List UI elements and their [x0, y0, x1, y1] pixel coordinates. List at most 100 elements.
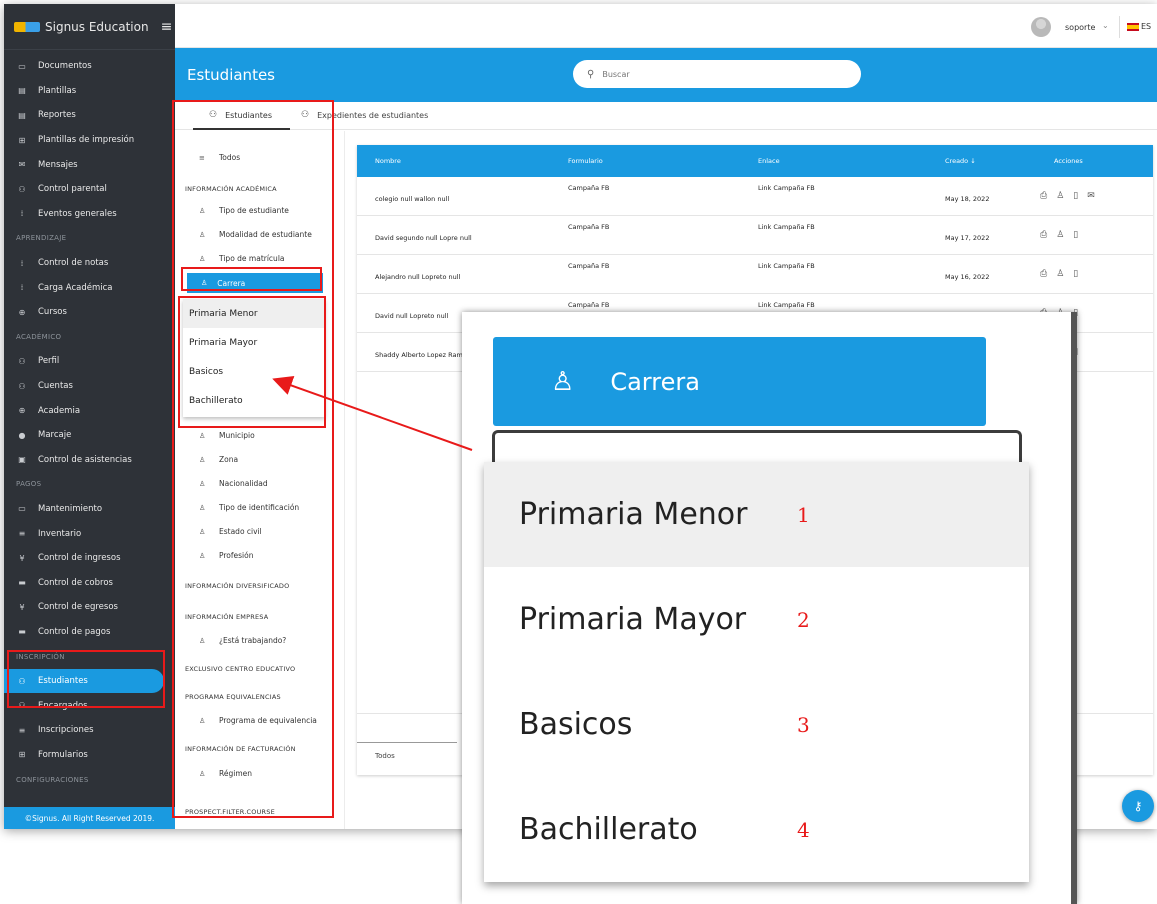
sidebar-item[interactable]: ▣ Control de asistencias: [4, 448, 175, 473]
sidebar-item[interactable]: ⊞ Formularios: [4, 743, 175, 768]
message-icon: ✉: [18, 160, 26, 170]
sidebar-item-label: Plantillas de impresión: [38, 135, 135, 146]
sidebar-item[interactable]: ⊕ Cursos: [4, 300, 175, 325]
sidebar-item[interactable]: ⁞ Control de notas: [4, 251, 175, 276]
sidebar-item-label: Control de ingresos: [38, 553, 121, 564]
sidebar-item[interactable]: ≡ Inscripciones: [4, 718, 175, 743]
sidebar-item[interactable]: ✉ Mensajes: [4, 152, 175, 177]
app-title: Signus Education: [45, 19, 149, 34]
cell-form: Campaña FB: [568, 301, 610, 309]
cell-created: May 17, 2022: [945, 234, 990, 242]
annotation-carrera-box: [181, 267, 322, 291]
cell-link: Link Campaña FB: [758, 301, 815, 309]
column-name[interactable]: Nombre: [375, 157, 401, 165]
spain-flag-icon[interactable]: [1127, 23, 1139, 31]
zoom-carrera-option[interactable]: Bachillerato 4: [484, 777, 1029, 882]
person-icon[interactable]: ♙: [1056, 191, 1073, 201]
events-icon: ⁞: [20, 209, 24, 219]
column-created[interactable]: Creado ↓: [945, 157, 976, 165]
sidebar-item[interactable]: ● Marcaje: [4, 423, 175, 448]
table-row[interactable]: Alejandro null Lopreto null Campaña FB Lin…: [357, 255, 1153, 294]
brand: Signus Education ≡: [4, 4, 175, 50]
sidebar-item-label: Inventario: [38, 528, 82, 539]
option-label: Primaria Menor: [519, 497, 748, 532]
fingerprint-icon: ●: [18, 430, 26, 440]
delete-icon[interactable]: ▯: [1073, 230, 1087, 240]
sidebar-item-label: Formularios: [38, 749, 88, 760]
sidebar-item[interactable]: ¥ Control de egresos: [4, 595, 175, 620]
option-number: 3: [797, 712, 810, 737]
sidebar-item[interactable]: ⁞ Eventos generales: [4, 202, 175, 227]
key-fab-button[interactable]: ⚷: [1122, 790, 1154, 822]
row-actions[interactable]: ⎙♙▯: [1040, 230, 1087, 240]
option-number: 4: [797, 817, 810, 842]
user-name[interactable]: soporte: [1065, 23, 1095, 32]
sidebar-item[interactable]: ▬ Control de cobros: [4, 570, 175, 595]
column-actions: Acciones: [1054, 157, 1083, 165]
sidebar-item[interactable]: ▭ Documentos: [4, 54, 175, 79]
person-icon[interactable]: ♙: [1056, 269, 1073, 279]
column-form[interactable]: Formulario: [568, 157, 603, 165]
document-icon: ▭: [18, 61, 26, 71]
inventory-icon: ≡: [18, 529, 26, 539]
maintenance-icon: ▭: [18, 504, 26, 514]
sidebar-item[interactable]: ⁞ Carga Académica: [4, 275, 175, 300]
sidebar-item[interactable]: ⊕ Academia: [4, 398, 175, 423]
annotation-inscripcion-box: [7, 650, 165, 708]
sidebar-section: CONFIGURACIONES: [16, 775, 89, 784]
sidebar-item[interactable]: ▬ Control de pagos: [4, 620, 175, 645]
mail-icon[interactable]: ✉: [1087, 191, 1104, 201]
option-label: Primaria Mayor: [519, 602, 747, 637]
divider: [357, 742, 457, 743]
scrollbar: [1071, 312, 1077, 904]
sidebar-item-label: Control de asistencias: [38, 454, 132, 465]
sidebar-item-label: Documentos: [38, 61, 92, 72]
zoom-carrera-filter[interactable]: ♙ Carrera: [493, 337, 986, 426]
delete-icon[interactable]: ▯: [1073, 191, 1087, 201]
sidebar-item[interactable]: ⊞ Plantillas de impresión: [4, 128, 175, 153]
print-icon[interactable]: ⎙: [1040, 230, 1056, 240]
language-selector[interactable]: ES: [1141, 22, 1151, 31]
sidebar-item[interactable]: ▭ Mantenimiento: [4, 497, 175, 522]
row-actions[interactable]: ⎙♙▯✉: [1040, 191, 1104, 201]
zoom-carrera-option[interactable]: Primaria Menor 1: [484, 462, 1029, 567]
courses-icon: ⊕: [18, 307, 26, 317]
print-icon[interactable]: ⎙: [1040, 269, 1056, 279]
table-header: Nombre Formulario Enlace Creado ↓ Accion…: [357, 145, 1153, 177]
profile-icon: ⚇: [18, 356, 26, 366]
report-icon: ▤: [18, 110, 26, 120]
hamburger-menu-icon[interactable]: ≡: [161, 19, 173, 35]
cell-link: Link Campaña FB: [758, 184, 815, 192]
table-row[interactable]: colegio null wallon null Campaña FB Link C…: [357, 177, 1153, 216]
sidebar-item[interactable]: ▤ Plantillas: [4, 79, 175, 104]
sidebar-item-label: Carga Académica: [38, 282, 113, 293]
option-label: Bachillerato: [519, 812, 698, 847]
sidebar-item[interactable]: ¥ Control de ingresos: [4, 546, 175, 571]
sidebar-item-label: Mantenimiento: [38, 503, 103, 514]
cell-name: David null Lopreto null: [375, 312, 449, 320]
annotation-dropdown-box: [178, 296, 326, 428]
search-input[interactable]: [602, 69, 833, 79]
zoom-carrera-option[interactable]: Primaria Mayor 2: [484, 567, 1029, 672]
footer-tab-todos[interactable]: Todos: [375, 752, 395, 760]
sidebar-item[interactable]: ≡ Inventario: [4, 521, 175, 546]
print-template-icon: ⊞: [18, 135, 26, 145]
avatar[interactable]: [1031, 17, 1051, 37]
table-row[interactable]: David segundo null Lopre null Campaña FB L…: [357, 216, 1153, 255]
sidebar-item[interactable]: ⚇ Cuentas: [4, 374, 175, 399]
logo: [14, 21, 40, 32]
search-bar[interactable]: ⚲: [573, 60, 861, 88]
sidebar-item[interactable]: ⚇ Control parental: [4, 177, 175, 202]
delete-icon[interactable]: ▯: [1073, 269, 1087, 279]
row-actions[interactable]: ⎙♙▯: [1040, 269, 1087, 279]
sidebar-item[interactable]: ⚇ Perfil: [4, 349, 175, 374]
person-icon[interactable]: ♙: [1056, 230, 1073, 240]
sidebar-item-label: Inscripciones: [38, 725, 94, 736]
print-icon[interactable]: ⎙: [1040, 191, 1056, 201]
chevron-down-icon[interactable]: ⌄: [1102, 21, 1109, 30]
zoom-carrera-option[interactable]: Basicos 3: [484, 672, 1029, 777]
column-link[interactable]: Enlace: [758, 157, 780, 165]
sidebar-item[interactable]: ▤ Reportes: [4, 103, 175, 128]
annotation-filter-box: [172, 100, 334, 818]
sidebar-item-label: Mensajes: [38, 159, 78, 170]
